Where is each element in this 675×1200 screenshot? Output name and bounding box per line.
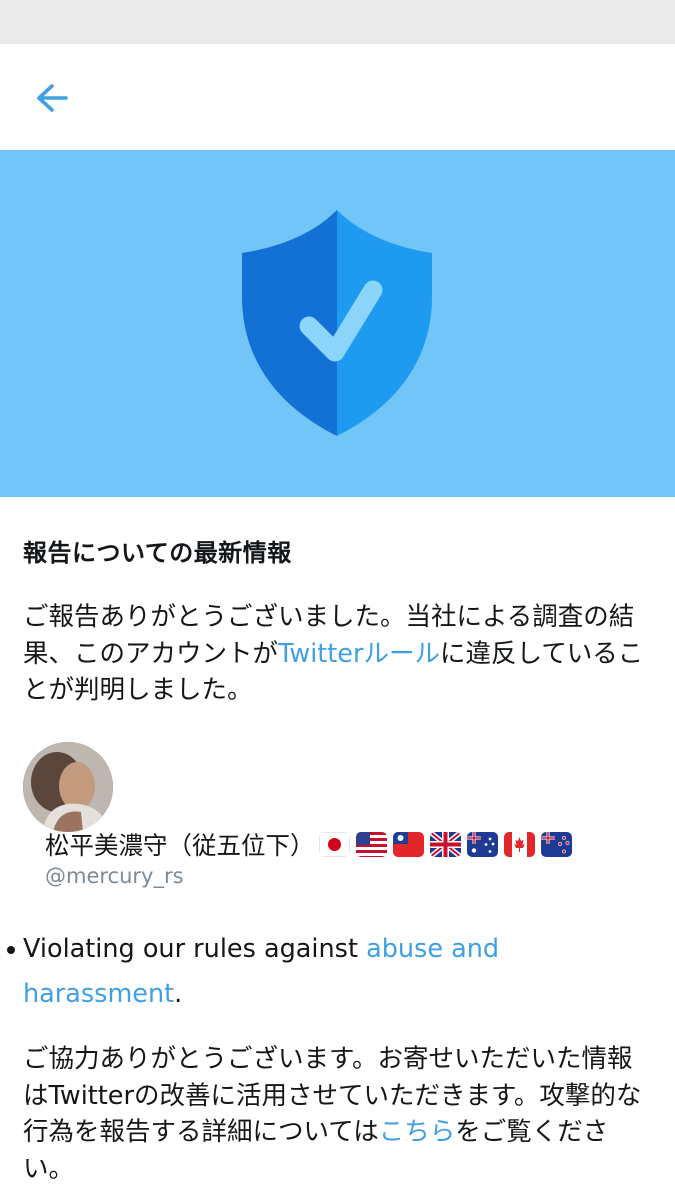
australia-flag-icon xyxy=(466,832,498,857)
display-name-text: 松平美濃守（従五位下） xyxy=(45,831,315,860)
flag-list xyxy=(318,832,572,857)
closing-message: ご協力ありがとうございます。お寄せいただいた情報はTwitterの改善に活用させ… xyxy=(23,1041,653,1187)
new-zealand-flag-icon xyxy=(540,832,572,857)
avatar[interactable] xyxy=(23,742,113,832)
back-button[interactable] xyxy=(28,76,78,120)
account-display-name: 松平美濃守（従五位下） xyxy=(45,827,572,862)
taiwan-flag-icon xyxy=(392,832,424,857)
uk-flag-icon xyxy=(429,832,461,857)
details-link[interactable]: こちら xyxy=(379,1117,456,1147)
violation-text-before: Violating our rules against xyxy=(23,934,367,964)
bullet-dot xyxy=(7,946,15,954)
report-heading: 報告についての最新情報 xyxy=(23,539,292,567)
usa-flag-icon xyxy=(355,832,387,857)
violation-text-after: . xyxy=(174,979,183,1009)
japan-flag-icon xyxy=(318,832,350,857)
canada-flag-icon xyxy=(503,832,535,857)
shield-check-icon xyxy=(242,210,432,436)
violation-item: Violating our rules against abuse and ha… xyxy=(23,927,653,1017)
account-handle: @mercury_rs xyxy=(45,864,184,888)
top-bar xyxy=(0,44,675,150)
report-intro: ご報告ありがとうございました。当社による調査の結果、このアカウントがTwitte… xyxy=(23,599,653,709)
twitter-rules-link[interactable]: Twitterルール xyxy=(278,639,440,669)
hero-banner xyxy=(0,150,675,497)
status-strip xyxy=(0,0,675,44)
arrow-left-icon xyxy=(37,84,68,112)
